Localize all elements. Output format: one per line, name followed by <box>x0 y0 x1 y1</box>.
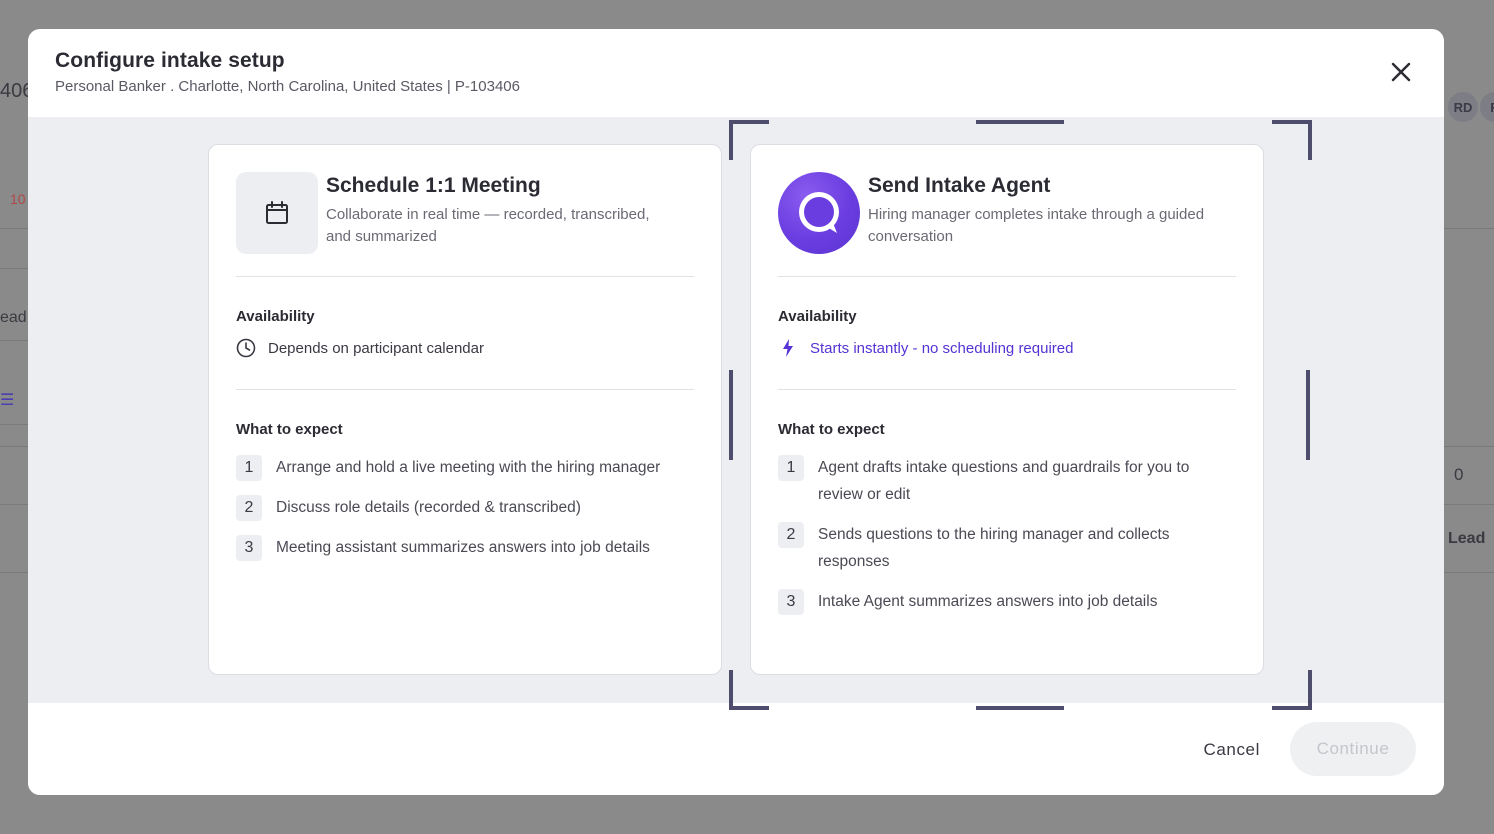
availability-row: Depends on participant calendar <box>236 338 694 358</box>
divider <box>236 276 694 277</box>
step-number: 2 <box>778 522 804 548</box>
step-text: Intake Agent summarizes answers into job… <box>818 593 1158 610</box>
bg-divider <box>0 340 28 341</box>
divider <box>778 389 1236 390</box>
card-title: Send Intake Agent <box>868 174 1051 197</box>
modal-header: Configure intake setup Personal Banker .… <box>28 29 1444 117</box>
card-description: Hiring manager completes intake through … <box>868 206 1205 245</box>
step-text: Meeting assistant summarizes answers int… <box>276 539 650 556</box>
bg-divider <box>0 268 28 269</box>
bg-divider <box>0 504 28 505</box>
bg-divider <box>0 424 28 425</box>
close-icon <box>1391 62 1411 82</box>
list-item: 3 Meeting assistant summarizes answers i… <box>236 534 694 561</box>
bg-divider <box>1444 228 1494 229</box>
bg-fragment: 0 <box>1454 465 1464 484</box>
availability-text: Starts instantly - no scheduling require… <box>810 339 1074 357</box>
list-item: 1 Agent drafts intake questions and guar… <box>778 454 1236 508</box>
bg-fragment: 10 <box>10 191 26 207</box>
clock-icon <box>236 338 256 358</box>
option-card-send-intake-agent[interactable]: Send Intake Agent Hiring manager complet… <box>750 144 1264 675</box>
option-card-schedule-meeting[interactable]: Schedule 1:1 Meeting Collaborate in real… <box>208 144 722 675</box>
step-number: 3 <box>778 589 804 615</box>
cancel-button[interactable]: Cancel <box>1203 727 1260 773</box>
card-description: Collaborate in real time — recorded, tra… <box>326 206 650 245</box>
bg-divider <box>1444 446 1494 447</box>
step-number: 1 <box>236 455 262 481</box>
step-text: Agent drafts intake questions and guardr… <box>818 459 1190 503</box>
card-title: Schedule 1:1 Meeting <box>326 174 541 197</box>
step-number: 1 <box>778 455 804 481</box>
availability-row: Starts instantly - no scheduling require… <box>778 338 1236 358</box>
avatar: R <box>1480 92 1494 122</box>
chat-bubble-icon <box>799 192 839 233</box>
availability-label: Availability <box>778 308 857 325</box>
steps-list: 1 Agent drafts intake questions and guar… <box>778 454 1236 615</box>
calendar-icon-box <box>236 172 318 254</box>
what-to-expect-label: What to expect <box>778 421 885 438</box>
bg-divider <box>0 572 28 573</box>
agent-logo <box>778 172 860 254</box>
step-text: Arrange and hold a live meeting with the… <box>276 459 661 476</box>
bg-divider <box>0 228 28 229</box>
step-text: Discuss role details (recorded & transcr… <box>276 499 581 516</box>
step-text: Sends questions to the hiring manager an… <box>818 526 1170 570</box>
bg-divider <box>1444 504 1494 505</box>
bg-fragment: ead <box>0 309 27 326</box>
what-to-expect-label: What to expect <box>236 421 343 438</box>
bolt-icon <box>778 338 798 358</box>
list-item: 1 Arrange and hold a live meeting with t… <box>236 454 694 481</box>
divider <box>236 389 694 390</box>
steps-list: 1 Arrange and hold a live meeting with t… <box>236 454 694 561</box>
modal-footer: Cancel Continue <box>28 703 1444 795</box>
availability-label: Availability <box>236 308 315 325</box>
list-item: 2 Discuss role details (recorded & trans… <box>236 494 694 521</box>
modal-body: Schedule 1:1 Meeting Collaborate in real… <box>28 117 1444 703</box>
calendar-icon <box>266 201 288 224</box>
continue-button[interactable]: Continue <box>1290 722 1416 776</box>
step-number: 2 <box>236 495 262 521</box>
divider <box>778 276 1236 277</box>
list-item: 2 Sends questions to the hiring manager … <box>778 521 1236 575</box>
bg-fragment: Lead <box>1448 530 1486 547</box>
modal-subtitle: Personal Banker . Charlotte, North Carol… <box>55 78 520 95</box>
configure-intake-modal: Configure intake setup Personal Banker .… <box>28 29 1444 795</box>
close-button[interactable] <box>1388 59 1414 85</box>
step-number: 3 <box>236 535 262 561</box>
list-item: 3 Intake Agent summarizes answers into j… <box>778 588 1236 615</box>
bg-divider <box>0 446 28 447</box>
bg-divider <box>1444 572 1494 573</box>
avatar: RD <box>1448 92 1478 122</box>
filter-icon: ☰ <box>0 392 15 409</box>
modal-title: Configure intake setup <box>55 49 285 72</box>
availability-text: Depends on participant calendar <box>268 339 484 357</box>
